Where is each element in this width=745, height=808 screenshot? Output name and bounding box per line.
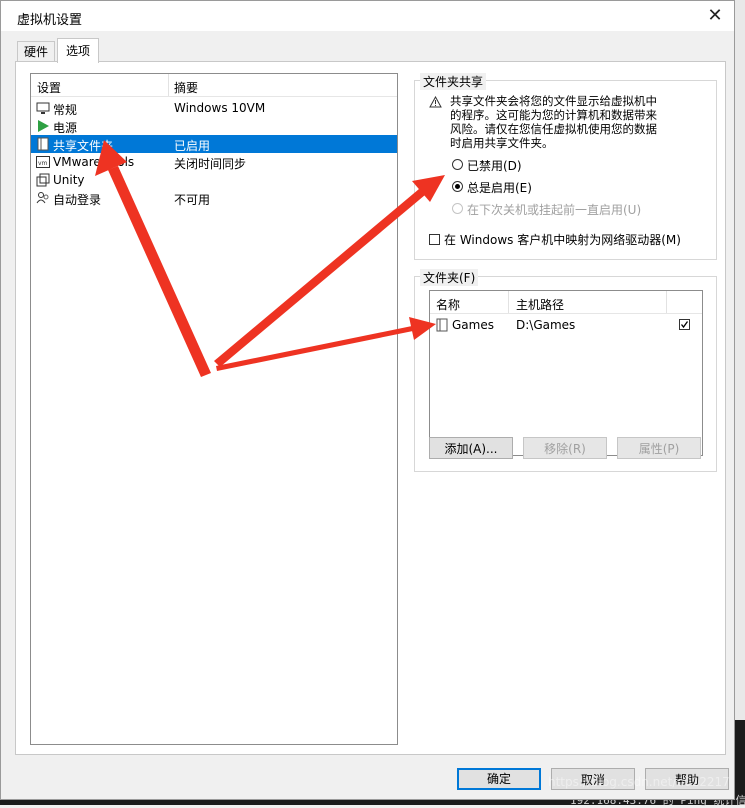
folders-table-header: 名称 主机路径 — [430, 291, 702, 314]
tab-options[interactable]: 选项 — [57, 38, 100, 63]
folder-sharing-title: 文件夹共享 — [420, 73, 487, 90]
map-drive-checkbox[interactable] — [429, 234, 440, 245]
radio-disabled-label[interactable]: 已禁用(D) — [467, 157, 522, 174]
watermark-text: https://blog.csdn.net/u012217 — [548, 775, 730, 789]
vm-settings-dialog: 虚拟机设置 ✕ 硬件 选项 设置 摘要 常规 Windows 10VM 电源 共… — [0, 0, 735, 800]
ok-button[interactable]: 确定 — [457, 768, 541, 790]
column-divider — [168, 74, 169, 96]
background-window-right — [735, 0, 745, 805]
folders-table[interactable]: 名称 主机路径 Games D:\Games — [429, 290, 703, 456]
settings-row-vmware-tools[interactable]: vm VMware Tools 关闭时间同步 — [31, 153, 397, 171]
column-header-name[interactable]: 名称 — [436, 296, 460, 313]
settings-row-label: Unity — [53, 173, 85, 187]
title-bar: 虚拟机设置 ✕ — [1, 1, 734, 31]
settings-row-label: 自动登录 — [53, 193, 102, 207]
settings-row-autologin[interactable]: 自动登录 不可用 — [31, 189, 397, 207]
column-header-summary[interactable]: 摘要 — [174, 79, 198, 96]
settings-row-unity[interactable]: Unity — [31, 171, 397, 189]
unity-window-icon — [36, 173, 50, 187]
monitor-icon — [36, 102, 50, 114]
settings-row-summary: Windows 10VM — [174, 101, 266, 115]
settings-row-summary: 已启用 — [174, 139, 211, 153]
settings-row-label: 共享文件夹 — [53, 139, 114, 153]
settings-row-label: 常规 — [53, 103, 78, 117]
warning-line: 共享文件夹会将您的文件显示给虚拟机中 — [450, 94, 657, 108]
folder-row[interactable]: Games D:\Games — [430, 316, 702, 334]
column-divider — [508, 291, 509, 313]
add-folder-button[interactable]: 添加(A)... — [429, 437, 513, 459]
settings-list[interactable]: 设置 摘要 常规 Windows 10VM 电源 共享文件夹 已启用 vm VM… — [30, 73, 398, 745]
settings-row-label: 电源 — [53, 121, 78, 135]
settings-row-power[interactable]: 电源 — [31, 117, 397, 135]
warning-text: 共享文件夹会将您的文件显示给虚拟机中 的程序。这可能为您的计算机和数据带来 风险… — [450, 94, 657, 150]
shared-folder-icon — [436, 318, 448, 332]
settings-row-summary: 关闭时间同步 — [174, 157, 247, 171]
folder-host-path: D:\Games — [516, 318, 576, 332]
settings-row-shared-folders[interactable]: 共享文件夹 已启用 — [31, 135, 397, 153]
warning-line: 时启用共享文件夹。 — [450, 136, 554, 150]
column-divider — [666, 291, 667, 313]
remove-folder-button[interactable]: 移除(R) — [523, 437, 607, 459]
warning-line: 风险。请仅在您信任虚拟机使用您的数据 — [450, 122, 657, 136]
play-power-icon — [38, 120, 49, 132]
folders-title: 文件夹(F) — [420, 269, 479, 286]
close-icon[interactable]: ✕ — [704, 5, 726, 27]
folder-name: Games — [452, 318, 494, 332]
properties-button[interactable]: 属性(P) — [617, 437, 701, 459]
radio-disabled-option[interactable] — [452, 159, 463, 170]
warning-icon — [429, 96, 442, 108]
radio-until-poweroff — [452, 203, 463, 214]
svg-text:vm: vm — [38, 160, 48, 167]
radio-always-enabled[interactable] — [452, 181, 463, 192]
window-title: 虚拟机设置 — [17, 13, 83, 28]
column-header-setting[interactable]: 设置 — [37, 79, 61, 96]
settings-row-general[interactable]: 常规 Windows 10VM — [31, 99, 397, 117]
warning-line: 的程序。这可能为您的计算机和数据带来 — [450, 108, 657, 122]
column-header-host-path[interactable]: 主机路径 — [516, 296, 564, 313]
tab-hardware[interactable]: 硬件 — [17, 41, 56, 62]
users-icon — [36, 192, 49, 204]
settings-row-label: VMware Tools — [53, 155, 135, 169]
shared-folder-icon — [37, 137, 49, 151]
settings-row-summary: 不可用 — [174, 193, 211, 207]
check-mark-icon — [680, 321, 689, 329]
list-header: 设置 摘要 — [31, 74, 397, 97]
folder-enabled-checkbox[interactable] — [679, 319, 690, 330]
radio-until-poweroff-label: 在下次关机或挂起前一直启用(U) — [467, 203, 642, 217]
radio-always-enabled-label[interactable]: 总是启用(E) — [467, 179, 532, 196]
map-drive-label[interactable]: 在 Windows 客户机中映射为网络驱动器(M) — [444, 231, 681, 248]
vm-icon: vm — [36, 156, 50, 168]
